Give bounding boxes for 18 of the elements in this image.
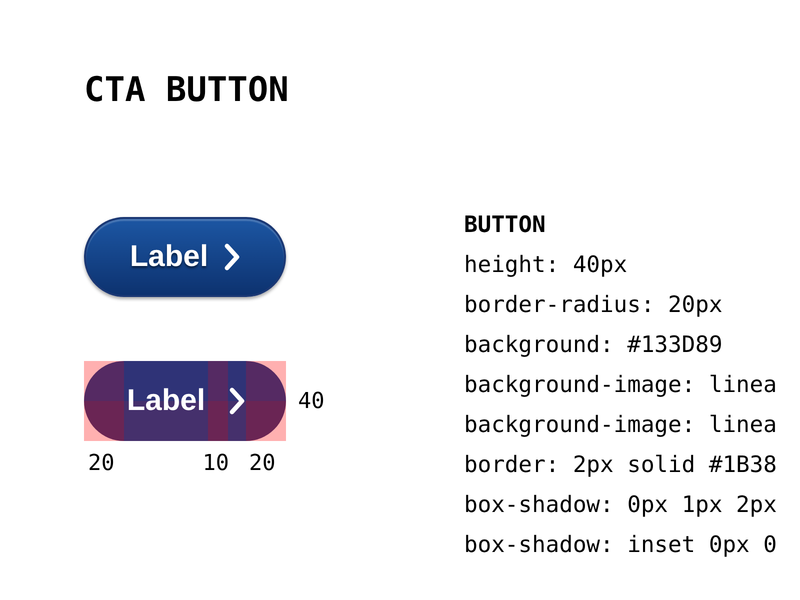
spec-line: border-radius: 20px <box>464 291 724 320</box>
spec-line: height: 40px <box>464 251 628 280</box>
page-title: CTA BUTTON <box>84 70 290 110</box>
height-measurement: 40 <box>298 388 324 414</box>
spacing-measurement: 10 <box>202 451 229 476</box>
spacing-measurement: 20 <box>249 451 276 476</box>
spec-line: box-shadow: inset 0px 0 <box>464 531 777 560</box>
spacing-measurement: 20 <box>88 451 114 476</box>
spec-heading: BUTTON <box>464 211 547 240</box>
button-label: Label <box>126 384 206 418</box>
chevron-right-icon <box>229 387 245 415</box>
spec-line: box-shadow: 0px 1px 2px <box>464 491 777 520</box>
spec-line: background-image: linea <box>464 411 777 440</box>
spec-line: background: #133D89 <box>464 331 724 360</box>
chevron-right-icon <box>224 243 240 271</box>
cta-button[interactable]: Label <box>84 217 286 297</box>
spec-line: border: 2px solid #1B38 <box>464 451 777 480</box>
spec-line: background-image: linea <box>464 371 777 400</box>
